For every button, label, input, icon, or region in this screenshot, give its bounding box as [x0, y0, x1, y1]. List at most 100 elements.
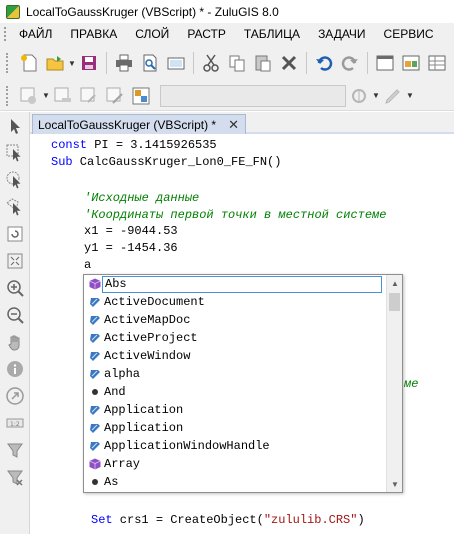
navigate-circle-icon[interactable] [0, 382, 30, 409]
layer-add-dropdown-icon[interactable]: ▼ [42, 91, 50, 100]
autocomplete-item[interactable]: ApplicationWindowHandle [84, 437, 387, 455]
title-bar: LocalToGaussKruger (VBScript) * - ZuluGI… [0, 0, 454, 23]
autocomplete-item[interactable]: Application [84, 401, 387, 419]
select-polygon-icon[interactable] [0, 193, 30, 220]
select-rect-icon[interactable] [0, 139, 30, 166]
code-keyword: Sub [51, 155, 73, 169]
code-line: Sub CalcGaussKruger_Lon0_FE_FN() [51, 154, 281, 170]
method-cube-icon [89, 458, 101, 470]
code-comment-partial: ме [404, 377, 419, 391]
menu-layer[interactable]: СЛОЙ [126, 27, 178, 41]
property-icon [90, 424, 100, 433]
menu-service[interactable]: СЕРВИС [375, 27, 443, 41]
method-cube-icon [89, 278, 101, 290]
autocomplete-item-label: ActiveMapDoc [104, 313, 191, 327]
select-arrow-icon[interactable] [0, 112, 30, 139]
property-icon [90, 352, 100, 361]
filter-icon[interactable] [0, 436, 30, 463]
autocomplete-item[interactable]: And [84, 383, 387, 401]
save-icon[interactable] [76, 50, 102, 76]
code-typed-text: a [84, 258, 92, 272]
redo-icon[interactable] [337, 50, 363, 76]
navigate-dropdown-icon[interactable]: ▼ [372, 91, 380, 100]
toolbar-grip[interactable] [6, 85, 10, 106]
page-setup-icon[interactable] [163, 50, 189, 76]
toolbar-separator [367, 52, 368, 74]
menu-edit[interactable]: ПРАВКА [61, 27, 126, 41]
toolbar-separator [306, 52, 307, 74]
zoom-out-icon[interactable] [0, 301, 30, 328]
menu-tasks[interactable]: ЗАДАЧИ [309, 27, 374, 41]
code-keyword: Set [91, 513, 113, 527]
layer-edit-icon[interactable] [102, 83, 128, 109]
info-icon[interactable] [0, 355, 30, 382]
autocomplete-item[interactable]: alpha [84, 365, 387, 383]
layer-image-icon[interactable] [128, 83, 154, 109]
pen-dropdown-icon[interactable]: ▼ [406, 91, 414, 100]
filter-clear-icon[interactable] [0, 463, 30, 490]
select-circle-icon[interactable] [0, 166, 30, 193]
autocomplete-item[interactable]: Application [84, 419, 387, 437]
scroll-down-icon[interactable]: ▼ [387, 476, 403, 492]
layer-combo[interactable] [160, 84, 346, 107]
code-comment: 'Координаты первой точки в местной систе… [84, 208, 387, 222]
copy-icon[interactable] [224, 50, 250, 76]
open-folder-icon[interactable] [42, 50, 68, 76]
autocomplete-item-label: Abs [102, 275, 382, 293]
zulugis-app-icon [6, 4, 20, 19]
keyword-dot-icon [92, 389, 98, 395]
autocomplete-item[interactable]: Array [84, 455, 387, 473]
autocomplete-item[interactable]: As [84, 473, 387, 491]
autocomplete-item[interactable]: ActiveMapDoc [84, 311, 387, 329]
code-comment: 'Исходные данные [84, 191, 200, 205]
code-keyword: const [51, 138, 88, 152]
paste-icon[interactable] [250, 50, 276, 76]
toolbar-separator [193, 52, 194, 74]
autocomplete-item[interactable]: ActiveWindow [84, 347, 387, 365]
layer-add-icon[interactable] [16, 83, 42, 109]
document-tab-strip: LocalToGaussKruger (VBScript) * ✕ [30, 112, 454, 134]
window-icon[interactable] [372, 50, 398, 76]
delete-icon[interactable] [276, 50, 302, 76]
navigate-icon[interactable] [346, 83, 372, 109]
autocomplete-item-label: ActiveWindow [104, 349, 191, 363]
map-window-icon[interactable] [398, 50, 424, 76]
autocomplete-list: Abs ActiveDocument ActiveMapDoc ActiveProje… [84, 275, 387, 492]
scrollbar-thumb[interactable] [389, 293, 400, 311]
zoom-in-icon[interactable] [0, 274, 30, 301]
menu-table[interactable]: ТАБЛИЦА [235, 27, 309, 41]
left-tool-strip: 1:2 [0, 112, 30, 534]
layer-remove-icon[interactable] [50, 83, 76, 109]
property-icon [90, 442, 100, 451]
property-icon [90, 406, 100, 415]
tab-script-document[interactable]: LocalToGaussKruger (VBScript) * ✕ [32, 114, 246, 134]
autocomplete-item-label: ApplicationWindowHandle [104, 439, 270, 453]
table-window-icon[interactable] [424, 50, 450, 76]
open-dropdown-icon[interactable]: ▼ [68, 59, 76, 68]
scale-icon[interactable]: 1:2 [0, 409, 30, 436]
autocomplete-scrollbar[interactable]: ▲ ▼ [386, 275, 402, 492]
undo-icon[interactable] [311, 50, 337, 76]
pen-icon[interactable] [380, 83, 406, 109]
autocomplete-item[interactable]: ActiveDocument [84, 293, 387, 311]
autocomplete-item-label: Array [104, 457, 141, 471]
print-preview-icon[interactable] [137, 50, 163, 76]
menu-file[interactable]: ФАЙЛ [10, 27, 61, 41]
pan-hand-icon[interactable] [0, 328, 30, 355]
close-icon[interactable]: ✕ [228, 117, 239, 133]
code-text: PI = 3.1415926535 [87, 138, 217, 152]
new-document-icon[interactable] [16, 50, 42, 76]
toolbar-grip[interactable] [6, 53, 10, 73]
zoom-extent-icon[interactable] [0, 247, 30, 274]
layer-properties-icon[interactable] [76, 83, 102, 109]
code-line: y1 = -1454.36 [84, 241, 178, 255]
refresh-icon[interactable] [0, 220, 30, 247]
autocomplete-item[interactable]: Abs [84, 275, 387, 293]
autocomplete-item[interactable]: ActiveProject [84, 329, 387, 347]
cut-icon[interactable] [198, 50, 224, 76]
scroll-up-icon[interactable]: ▲ [387, 275, 403, 291]
print-icon[interactable] [111, 50, 137, 76]
keyword-dot-icon [92, 479, 98, 485]
menu-raster[interactable]: РАСТР [178, 27, 235, 41]
property-icon [90, 370, 100, 379]
